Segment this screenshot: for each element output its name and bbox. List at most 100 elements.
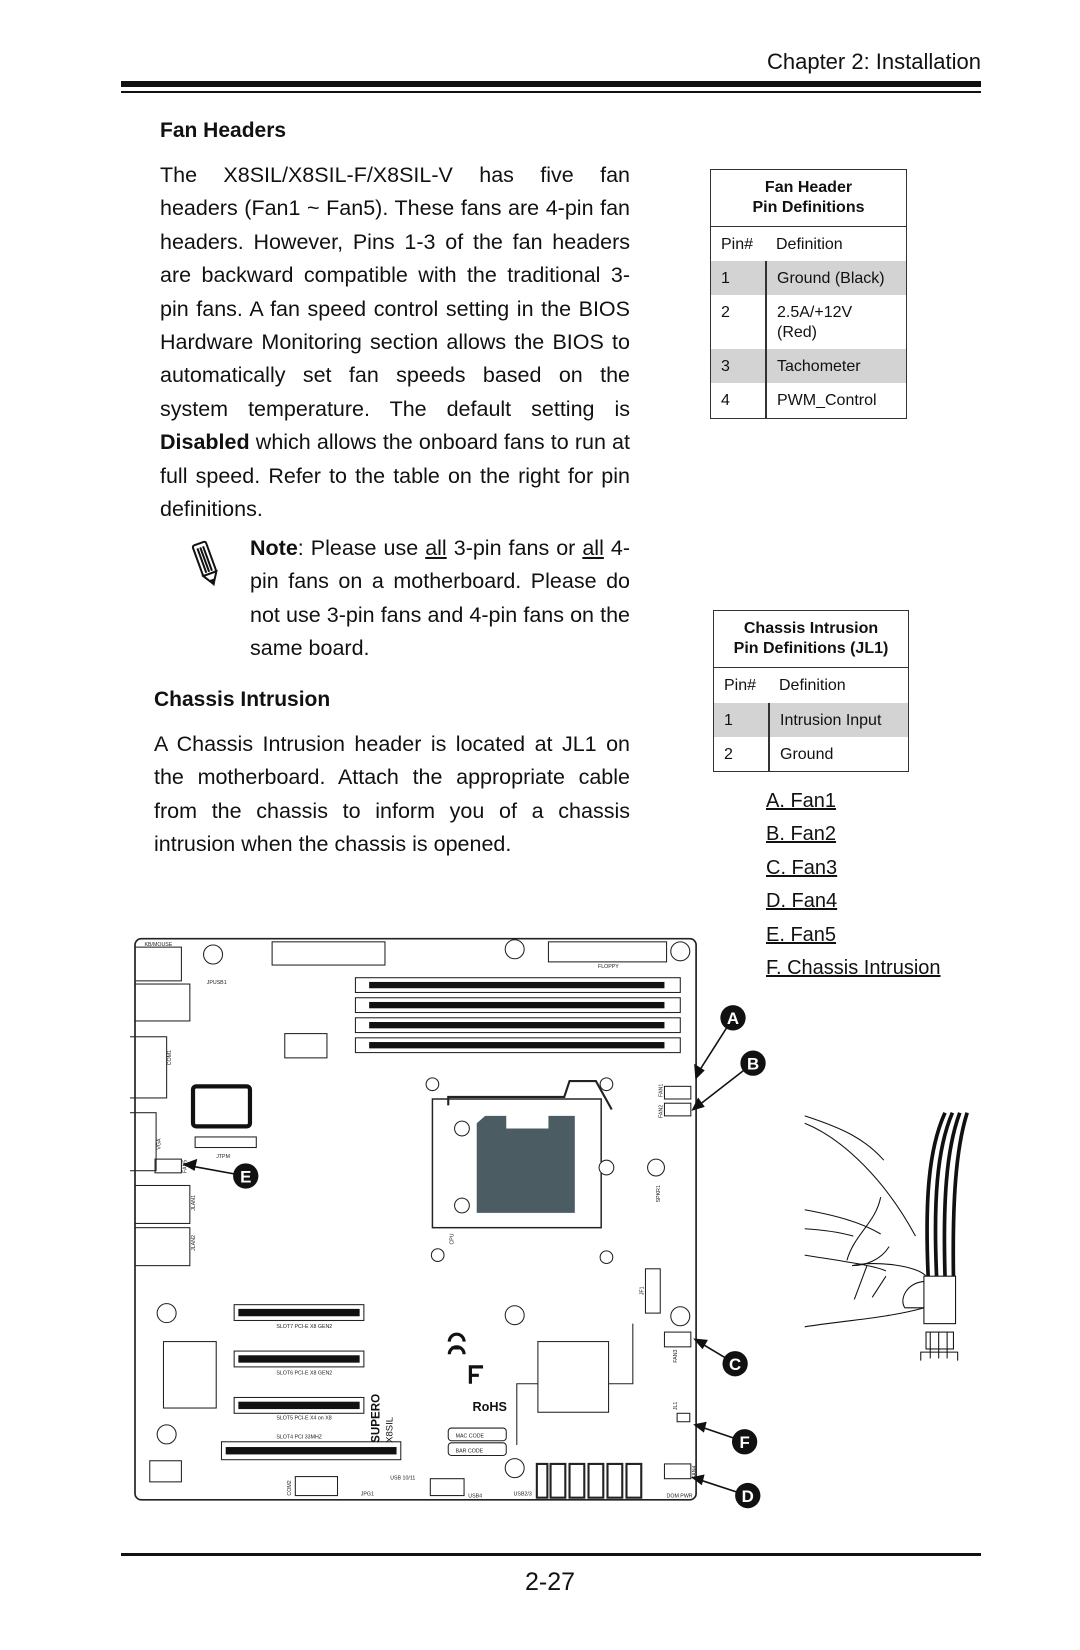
callout-f: F <box>731 1429 758 1455</box>
label-usb23: USB2/3 <box>514 1492 532 1498</box>
label-fan2: FAN2 <box>658 1105 664 1118</box>
callout-letter: A <box>727 1009 739 1028</box>
label-kbmouse: KB/MOUSE <box>144 942 172 948</box>
atx-power-connector <box>271 941 386 966</box>
pin-cell: 2 <box>724 745 733 763</box>
link-fan3[interactable]: C. Fan3 <box>766 852 941 885</box>
usb4-port <box>429 1478 465 1497</box>
label-jpusb1: JPUSB1 <box>207 980 227 986</box>
label-com2: COM2 <box>287 1480 293 1495</box>
label-dom-pwr: DOM PWR <box>667 1494 693 1500</box>
tpm-header <box>194 1136 257 1149</box>
label-jf1: JF1 <box>639 1286 645 1295</box>
col-header-pin: Pin# <box>721 236 754 253</box>
note-emphasis: all <box>582 536 604 560</box>
definition-cell: Tachometer <box>765 348 907 383</box>
label-jpg1: JPG1 <box>361 1492 374 1498</box>
usb-port-stack <box>134 983 191 1022</box>
pencil-icon <box>191 540 218 587</box>
link-fan4[interactable]: D. Fan4 <box>766 885 941 918</box>
label-fan1: FAN1 <box>658 1084 664 1097</box>
callout-c: C <box>722 1351 748 1377</box>
jf1-header <box>644 1268 661 1314</box>
label-bar-code: BAR CODE <box>456 1448 484 1454</box>
callout-b: B <box>740 1050 766 1076</box>
label-jlan2: JLAN2 <box>191 1235 197 1251</box>
label-com1: COM1 <box>167 1050 173 1065</box>
note-emphasis: all <box>425 536 447 560</box>
floppy-connector <box>547 941 668 963</box>
com2-header <box>294 1476 339 1497</box>
table-row: 2 2.5A/+12V (Red) <box>711 294 907 349</box>
fan-header-pin-table: Fan Header Pin Definitions Pin# Definition… <box>710 169 907 419</box>
callout-a: A <box>720 1005 746 1031</box>
definition-cell: 2.5A/+12V (Red) <box>765 294 907 349</box>
lan2-port <box>134 1227 191 1267</box>
table-row: 2 Ground <box>714 736 909 772</box>
definition-cell: Ground (Black) <box>765 260 907 295</box>
col-header-definition: Definition <box>776 236 843 253</box>
lan1-port <box>134 1184 191 1224</box>
callout-e: E <box>233 1163 259 1189</box>
link-fan1[interactable]: A. Fan1 <box>766 785 941 818</box>
fan-cable-wires <box>925 1111 969 1277</box>
supermicro-logo: SUPERO <box>370 1394 383 1443</box>
label-vga: VGA <box>156 1138 162 1150</box>
table-row: 1 Ground (Black) <box>710 260 907 295</box>
col-header-definition: Definition <box>779 677 846 694</box>
label-slot6: SLOT6 PCI-E X8 GEN2 <box>276 1370 332 1376</box>
label-jtpm: JTPM <box>216 1154 230 1160</box>
header-rule-thick <box>121 81 981 87</box>
label-fan3: FAN3 <box>673 1349 679 1362</box>
label-cpu: CPU <box>450 1233 456 1244</box>
label-spkr1: SPKR1 <box>656 1185 662 1202</box>
cpu-die <box>476 1115 575 1213</box>
vga-port <box>130 1112 157 1172</box>
note-text: 3-pin fans or <box>446 536 583 560</box>
southbridge <box>537 1341 610 1413</box>
page-number: 2-27 <box>524 1568 576 1596</box>
ce-fcc-marks <box>447 1332 484 1384</box>
note-paragraph: Note: Please use all 3-pin fans or all 4… <box>250 532 630 666</box>
callout-letter: E <box>240 1167 251 1186</box>
footer-rule <box>121 1553 981 1556</box>
callout-letter: F <box>739 1433 749 1452</box>
chassis-intrusion-pin-table: Chassis Intrusion Pin Definitions (JL1) P… <box>713 610 909 772</box>
fan-headers-heading: Fan Headers <box>160 119 287 142</box>
label-slot7: SLOT7 PCI-E X8 GEN2 <box>276 1324 332 1330</box>
pin-cell: 2 <box>721 303 730 321</box>
table-row: 4 PWM_Control <box>711 382 907 419</box>
kb-mouse-port <box>134 946 182 982</box>
label-jl1: JL1 <box>673 1402 679 1411</box>
bmc-chip <box>190 1084 253 1129</box>
table-title: Chassis Intrusion Pin Definitions (JL1) <box>713 610 909 668</box>
callout-letter: C <box>729 1355 741 1374</box>
label-slot5: SLOT5 PCI-E X4 on X8 <box>276 1416 331 1422</box>
chassis-intrusion-paragraph: A Chassis Intrusion header is located at… <box>154 732 630 857</box>
callout-letter: D <box>742 1487 754 1506</box>
title-line: Pin Definitions (JL1) <box>733 640 889 657</box>
label-usb4: USB4 <box>468 1494 482 1500</box>
jl1-header <box>676 1412 691 1423</box>
note-label: Note <box>250 536 298 560</box>
definition-cell: Intrusion Input <box>768 702 909 737</box>
label-usb1011: USB 10/11 <box>390 1476 415 1482</box>
para-text: The X8SIL/X8SIL-F/X8SIL-V has five fan h… <box>160 163 630 421</box>
para-bold: Disabled <box>160 430 250 455</box>
fan5-header <box>154 1158 182 1174</box>
pin-cell: 1 <box>713 702 769 737</box>
callout-letter: B <box>747 1054 759 1073</box>
note-text: : Please use <box>297 536 426 560</box>
link-fan2[interactable]: B. Fan2 <box>766 818 941 851</box>
fan2-header <box>663 1102 692 1117</box>
label-slot4: SLOT4 PCI 33MHZ <box>276 1435 322 1441</box>
chapter-header: Chapter 2: Installation <box>766 49 981 74</box>
title-line: Chassis Intrusion <box>743 620 879 637</box>
col-header-pin: Pin# <box>724 677 757 694</box>
label-model: X8SIL <box>384 1417 395 1443</box>
dimm-slots <box>354 977 681 1054</box>
header-rule-thin <box>121 91 981 93</box>
label-floppy: FLOPPY <box>598 964 619 970</box>
motherboard-diagram: KB/MOUSE JPUSB1 FLOPPY COM1 VGA FAN5 JTP… <box>130 937 969 1509</box>
callout-d: D <box>735 1482 761 1509</box>
